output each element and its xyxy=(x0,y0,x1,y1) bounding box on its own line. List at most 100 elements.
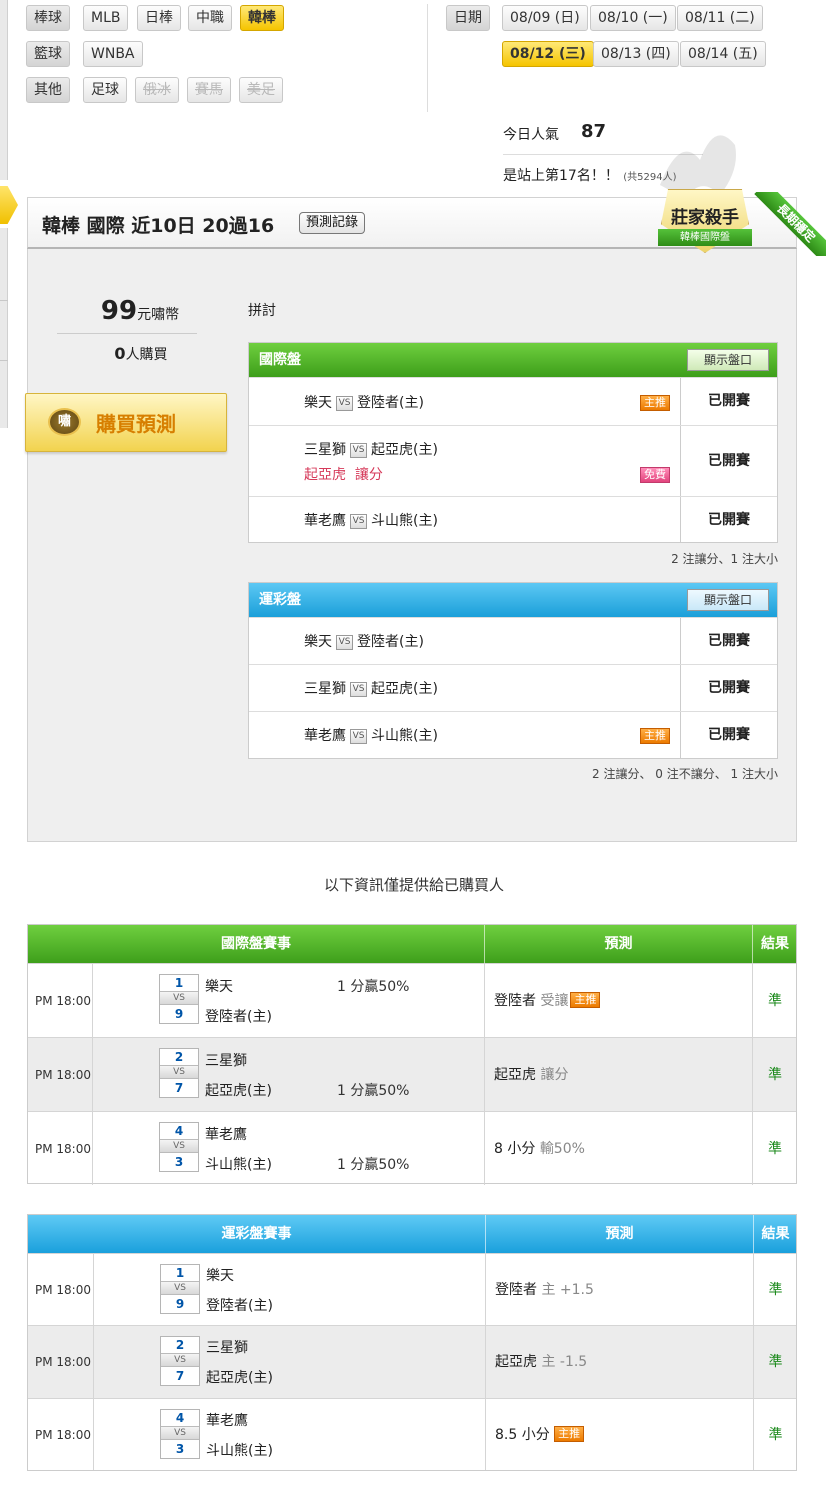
intl-row: 三星獅 VS 起亞虎(主) 起亞虎 讓分 免費 已開賽 xyxy=(249,425,777,496)
away-team: 三星獅 xyxy=(205,1053,247,1069)
popularity-value: 87 xyxy=(581,121,607,142)
match-status: 已開賽 xyxy=(680,497,777,543)
pick-sub: 主 +1.5 xyxy=(541,1282,594,1298)
lottery-show-odds-button[interactable]: 顯示盤口 xyxy=(687,589,769,611)
pick: 起亞虎 xyxy=(495,1354,537,1370)
chip-mlb[interactable]: MLB xyxy=(83,5,129,31)
game-time: PM 18:00 xyxy=(35,1142,91,1156)
match-status: 已開賽 xyxy=(680,665,777,711)
date-0810[interactable]: 08/10 (一) xyxy=(590,5,676,31)
prediction: 起亞虎 讓分 xyxy=(494,1038,568,1112)
home-team: 斗山熊(主) xyxy=(206,1443,273,1459)
matchup-label: 拼討 xyxy=(248,303,276,319)
vs-icon: VS xyxy=(160,1065,198,1079)
col-result: 結果 xyxy=(761,936,789,952)
pick-sub: 讓分 xyxy=(540,1067,569,1083)
left-rail-lower xyxy=(0,228,8,428)
lottery-row: 華老鷹 VS 斗山熊(主) 主推 已開賽 xyxy=(249,711,777,758)
free-pick-team: 起亞虎 xyxy=(304,467,346,483)
away-team: 樂天 xyxy=(206,1268,234,1284)
outcome-note: 1 分贏50% xyxy=(337,979,410,995)
result: 準 xyxy=(768,1427,783,1443)
intl-show-odds-button[interactable]: 顯示盤口 xyxy=(687,349,769,371)
pick: 登陸者 xyxy=(494,993,536,1009)
pick: 登陸者 xyxy=(495,1282,537,1298)
main-pick-tag: 主推 xyxy=(570,992,601,1008)
away-number: 2 xyxy=(174,1050,184,1064)
chip-horse-racing: 賽馬 xyxy=(187,77,231,103)
intl-result-row: PM 18:00 4 VS 3 華老鷹 斗山熊(主) 1 分贏50% 8 小分 輸5… xyxy=(28,1111,796,1185)
intl-summary: 2 注讓分、1 注大小 xyxy=(671,552,778,566)
vs-icon: VS xyxy=(336,395,353,411)
date-0814[interactable]: 08/14 (五) xyxy=(680,41,766,67)
lottery-result-row: PM 18:00 1 VS 9 樂天 登陸者(主) 登陸者 主 +1.5 準 xyxy=(28,1253,796,1325)
rail-divider xyxy=(0,360,8,361)
date-0813[interactable]: 08/13 (四) xyxy=(593,41,679,67)
record-button[interactable]: 預測記錄 xyxy=(299,212,366,234)
game-time: PM 18:00 xyxy=(35,1355,91,1369)
chip-soccer[interactable]: 足球 xyxy=(83,77,127,103)
rank-value: 是站上第17名！！ xyxy=(503,168,619,184)
away-number: 2 xyxy=(175,1338,185,1352)
away-number: 4 xyxy=(175,1411,185,1425)
main-pick-tag: 主推 xyxy=(640,728,670,744)
home-number: 9 xyxy=(174,1007,184,1021)
pick: 8.5 小分 xyxy=(495,1427,550,1443)
away-team: 三星獅 xyxy=(304,681,346,697)
home-number: 7 xyxy=(175,1369,185,1383)
date-label: 日期 xyxy=(446,5,490,31)
buyers-count: 0 xyxy=(114,344,126,363)
price-divider xyxy=(57,333,197,334)
chip-khl: 俄冰 xyxy=(135,77,179,103)
side-tab-hex[interactable] xyxy=(0,186,18,224)
date-0809[interactable]: 08/09 (日) xyxy=(502,5,588,31)
home-team: 斗山熊(主) xyxy=(371,728,438,744)
intl-results-table: 國際盤賽事 預測 結果 PM 18:00 1 VS 9 樂天 登陸者(主) 1 分贏… xyxy=(27,924,797,1185)
panel-title: 韓棒 國際 近10日 20過16 xyxy=(42,215,275,237)
home-team: 登陸者(主) xyxy=(357,395,424,411)
home-team: 起亞虎(主) xyxy=(371,681,438,697)
match-status: 已開賽 xyxy=(680,426,777,496)
intl-market-header: 國際盤 顯示盤口 xyxy=(249,343,777,377)
intl-results-header: 國際盤賽事 預測 結果 xyxy=(28,925,796,963)
chip-wnba[interactable]: WNBA xyxy=(83,41,143,67)
away-team: 樂天 xyxy=(304,634,332,650)
chip-nfl: 美足 xyxy=(239,77,283,103)
vs-icon: VS xyxy=(160,1139,198,1153)
category-other[interactable]: 其他 xyxy=(26,77,70,103)
away-team: 華老鷹 xyxy=(205,1127,247,1143)
date-0812[interactable]: 08/12 (三) xyxy=(502,41,594,67)
col-match: 國際盤賽事 xyxy=(28,925,485,963)
away-team: 華老鷹 xyxy=(206,1413,248,1429)
pick-sub: 主 -1.5 xyxy=(541,1354,588,1370)
chip-jpn-baseball[interactable]: 日棒 xyxy=(137,5,181,31)
vs-icon: VS xyxy=(350,513,367,529)
chip-kbo[interactable]: 韓棒 xyxy=(240,5,284,31)
chip-cpbl[interactable]: 中職 xyxy=(188,5,232,31)
pick: 起亞虎 xyxy=(494,1067,536,1083)
date-0811[interactable]: 08/11 (二) xyxy=(677,5,763,31)
col-match: 運彩盤賽事 xyxy=(28,1215,486,1253)
prediction: 登陸者 主 +1.5 xyxy=(495,1254,594,1326)
category-baseball[interactable]: 棒球 xyxy=(26,5,70,31)
away-number: 1 xyxy=(175,1266,185,1280)
vs-icon: VS xyxy=(350,442,367,458)
price-unit: 元嘯幣 xyxy=(137,307,180,323)
ribbon-text: 長期穩定 xyxy=(754,192,826,256)
category-basketball[interactable]: 籃球 xyxy=(26,41,70,67)
home-number: 3 xyxy=(175,1442,185,1456)
outcome-note: 1 分贏50% xyxy=(337,1083,410,1099)
rail-divider xyxy=(0,300,8,301)
away-team: 三星獅 xyxy=(304,442,346,458)
popularity-label: 今日人氣 xyxy=(503,127,559,143)
score-box: 1 VS 9 xyxy=(160,1264,200,1314)
buy-logo-icon: 嘯 xyxy=(48,408,81,436)
buy-prediction-button[interactable]: 嘯 購買預測 xyxy=(25,393,227,452)
home-number: 3 xyxy=(174,1155,184,1169)
free-tag: 免費 xyxy=(640,467,670,483)
lottery-results-table: 運彩盤賽事 預測 結果 PM 18:00 1 VS 9 樂天 登陸者(主) 登陸者 … xyxy=(27,1214,797,1471)
match-status: 已開賽 xyxy=(680,378,777,425)
intl-market-table: 國際盤 顯示盤口 樂天 VS 登陸者(主) 主推 已開賽 三星獅 VS 起亞虎(主) 起… xyxy=(248,342,778,543)
home-team: 起亞虎(主) xyxy=(206,1370,273,1386)
game-time: PM 18:00 xyxy=(35,1428,91,1442)
